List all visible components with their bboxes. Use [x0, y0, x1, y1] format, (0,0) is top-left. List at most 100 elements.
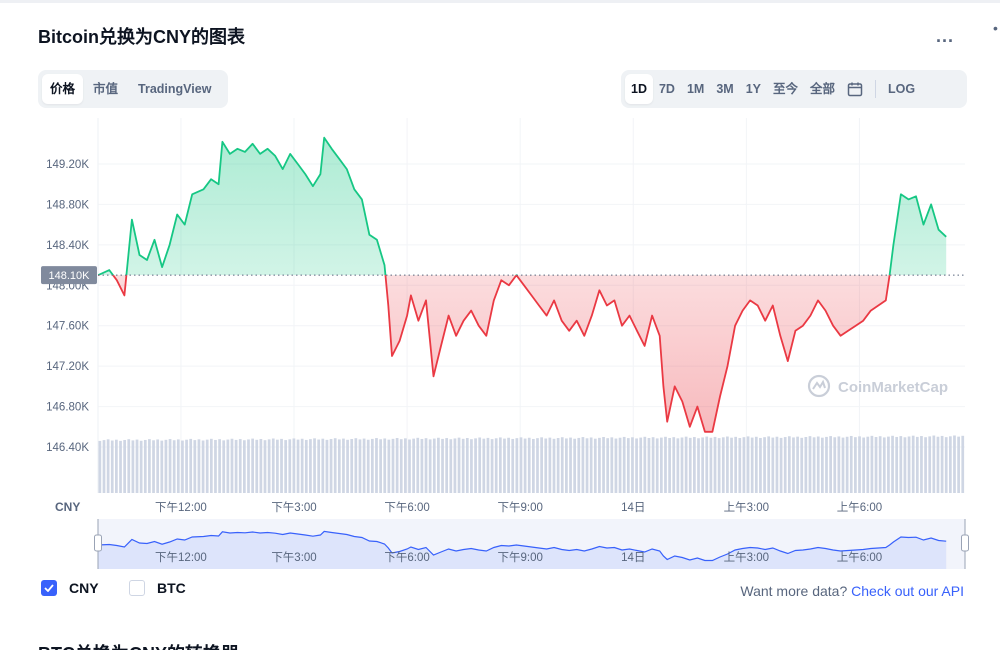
volume-bar [234, 439, 238, 493]
navigator-tick-label: 上午3:00 [724, 551, 769, 564]
volume-bar [858, 436, 861, 493]
range-tab-1y[interactable]: 1Y [740, 74, 767, 104]
navigator-tick-label: 下午9:00 [497, 551, 542, 564]
volume-bar [841, 437, 845, 493]
volume-bar [119, 440, 122, 493]
tab-tradingview[interactable]: TradingView [130, 74, 219, 104]
volume-bar [928, 436, 932, 493]
volume-bar [193, 440, 197, 493]
volume-bar [614, 438, 618, 493]
volume-bar [907, 436, 911, 493]
legend-cny[interactable]: CNY [41, 580, 99, 596]
cny-checkbox[interactable] [41, 580, 57, 596]
volume-bar [515, 438, 519, 493]
volume-bar [577, 437, 581, 493]
x-tick-label: 下午6:00 [384, 501, 429, 514]
volume-bar [862, 437, 866, 493]
volume-bar [445, 438, 449, 493]
range-tab-1m[interactable]: 1M [681, 74, 710, 104]
volume-bar [127, 439, 131, 493]
btc-label: BTC [157, 580, 186, 596]
volume-bar [317, 439, 321, 493]
volume-bar [948, 436, 952, 493]
volume-bar [854, 437, 857, 493]
volume-bar [581, 437, 585, 493]
range-tab-3m[interactable]: 3M [710, 74, 739, 104]
volume-bar [465, 438, 469, 493]
price-chart[interactable]: 146.40K146.80K147.20K147.60K148.00K148.4… [0, 110, 1000, 572]
volume-bar [837, 436, 841, 493]
volume-bar [631, 437, 634, 493]
volume-bar [882, 437, 886, 493]
volume-bar [618, 437, 622, 493]
y-tick-label: 146.40K [46, 442, 89, 454]
range-tab-1d[interactable]: 1D [625, 74, 653, 104]
volume-bar [511, 438, 515, 493]
volume-bar [321, 438, 325, 493]
volume-bar [148, 439, 151, 493]
volume-bar [812, 437, 816, 493]
volume-bar [738, 438, 742, 493]
tab-market-cap[interactable]: 市值 [85, 74, 126, 104]
legend-btc[interactable]: BTC [129, 580, 186, 596]
volume-bar [135, 439, 139, 493]
volume-bar [399, 439, 403, 493]
volume-bar [346, 439, 349, 493]
volume-bar [635, 438, 638, 493]
volume-bar [585, 438, 589, 493]
volume-bar [441, 438, 444, 493]
volume-bar [895, 436, 899, 493]
volume-bar [416, 437, 420, 493]
volume-bar [152, 440, 155, 493]
volume-bar [767, 436, 771, 493]
converter-title: BTC兑换为CNY的转换器 [38, 640, 239, 650]
volume-bar [726, 436, 729, 493]
volume-bar [800, 437, 804, 493]
volume-bar [494, 438, 498, 493]
range-tab-ytd[interactable]: 至今 [767, 74, 804, 104]
volume-bar [189, 438, 193, 493]
volume-bar [651, 437, 655, 493]
more-options-icon[interactable]: ... [936, 26, 954, 47]
volume-bar [325, 439, 329, 493]
volume-bar [742, 437, 746, 493]
volume-bar [156, 439, 160, 493]
y-axis-currency: CNY [55, 500, 80, 514]
x-tick-label: 下午12:00 [155, 501, 207, 514]
volume-bar [342, 438, 345, 493]
calendar-icon[interactable] [841, 74, 869, 104]
log-toggle[interactable]: LOG [882, 74, 921, 104]
volume-bar [573, 438, 577, 493]
volume-bar [647, 438, 651, 493]
x-tick-label: 下午3:00 [271, 501, 316, 514]
volume-bar [544, 438, 548, 493]
btc-checkbox[interactable] [129, 580, 145, 596]
api-link[interactable]: Check out our API [851, 583, 964, 599]
svg-text:CoinMarketCap: CoinMarketCap [838, 379, 948, 396]
volume-bar [181, 440, 184, 493]
volume-bar [143, 439, 147, 493]
navigator-handle-right[interactable] [961, 534, 969, 552]
tab-price[interactable]: 价格 [42, 74, 84, 104]
volume-bar [255, 439, 259, 493]
range-tab-all[interactable]: 全部 [804, 74, 841, 104]
volume-bar [891, 435, 894, 493]
range-tab-7d[interactable]: 7D [653, 74, 681, 104]
volume-bar [903, 437, 907, 493]
volume-bar [556, 438, 560, 493]
volume-bar [532, 438, 535, 493]
volume-bar [957, 436, 960, 493]
volume-bar [503, 438, 506, 493]
volume-bar [701, 437, 704, 493]
volume-bar [201, 440, 205, 493]
volume-bar [197, 439, 201, 493]
volume-bar [783, 437, 787, 493]
navigator-handle-left[interactable] [94, 534, 102, 552]
volume-bar [668, 438, 671, 493]
volume-bar [420, 438, 424, 493]
volume-bar [552, 438, 556, 493]
volume-bar [115, 439, 118, 493]
x-tick-label: 上午3:00 [724, 501, 769, 514]
volume-bar [870, 435, 874, 493]
volume-bar [829, 436, 832, 493]
